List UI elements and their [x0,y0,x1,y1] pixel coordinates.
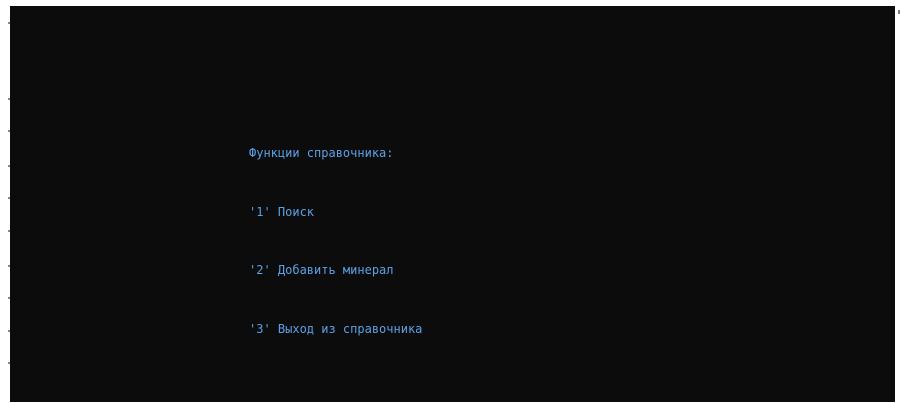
window-left-edge [0,6,10,402]
window-right-edge [895,0,901,403]
menu-option-exit: '3' Выход из справочника [249,321,423,336]
menu-option-search: '1' Поиск [249,204,315,219]
scrollbar-marker [898,10,900,14]
console-menu: Функции справочника: '1' Поиск '2' Добав… [249,105,422,378]
console-window: Функции справочника: '1' Поиск '2' Добав… [0,0,901,403]
menu-option-add-mineral: '2' Добавить минерал [249,263,394,277]
console-output-area[interactable] [10,6,895,402]
menu-title: Функции справочника: [249,146,394,160]
